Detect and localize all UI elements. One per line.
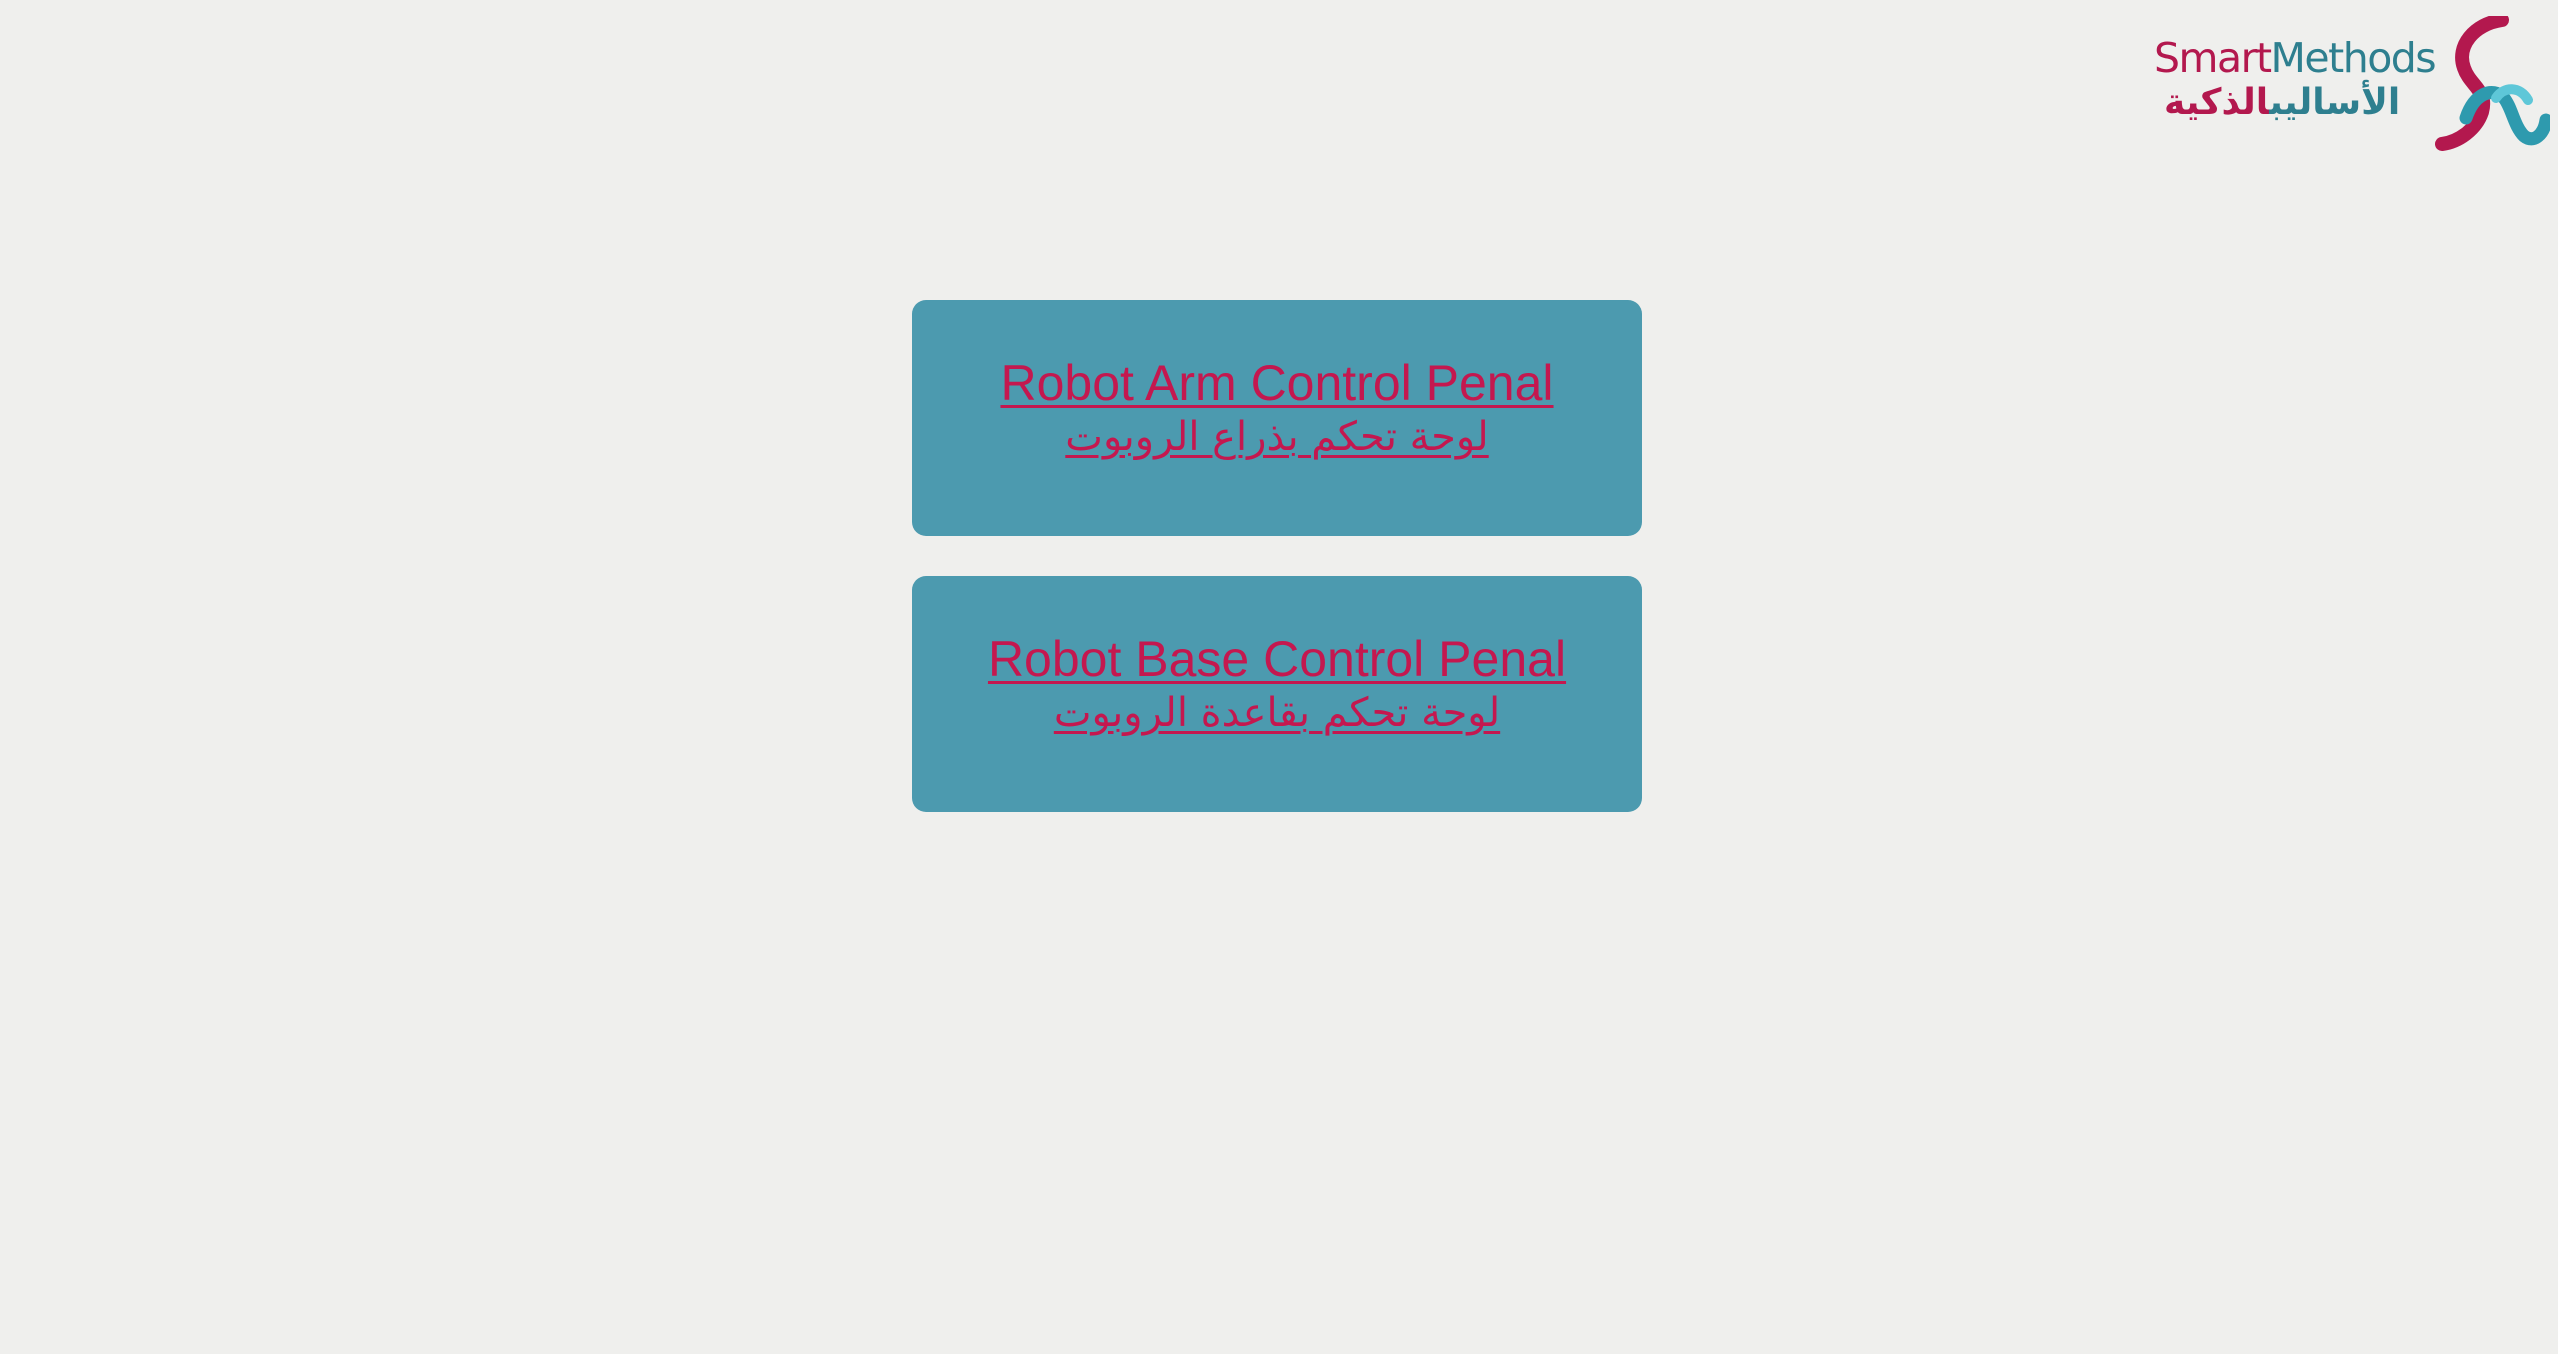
robot-base-control-panel-card[interactable]: Robot Base Control Penal لوحة تحكم بقاعد… [912,576,1642,812]
robot-arm-control-panel-link[interactable]: Robot Arm Control Penal لوحة تحكم بذراع … [1000,355,1553,460]
logo-mark-icon [2435,16,2550,151]
logo-text-methods: Methods [2270,34,2437,82]
robot-base-label-arabic: لوحة تحكم بقاعدة الروبوت [1053,689,1501,736]
smart-methods-logo: SmartMethods الأساليبالذكية [2148,16,2550,152]
robot-arm-control-panel-card[interactable]: Robot Arm Control Penal لوحة تحكم بذراع … [912,300,1642,536]
logo-text-smart: Smart [2154,34,2272,82]
robot-base-control-panel-link[interactable]: Robot Base Control Penal لوحة تحكم بقاعد… [988,631,1566,736]
logo-text-english: SmartMethods [2154,34,2437,82]
robot-base-label-english: Robot Base Control Penal [987,630,1567,687]
page: SmartMethods الأساليبالذكية Robot Arm Co… [0,0,2558,1354]
robot-arm-label-arabic: لوحة تحكم بذراع الروبوت [1065,413,1489,460]
logo-text-arabic-part1: الأساليب [2269,82,2401,123]
robot-arm-label-english: Robot Arm Control Penal [1000,354,1554,411]
logo-text-arabic: الأساليبالذكية [2164,82,2400,123]
logo-text-arabic-part2: الذكية [2164,82,2270,123]
